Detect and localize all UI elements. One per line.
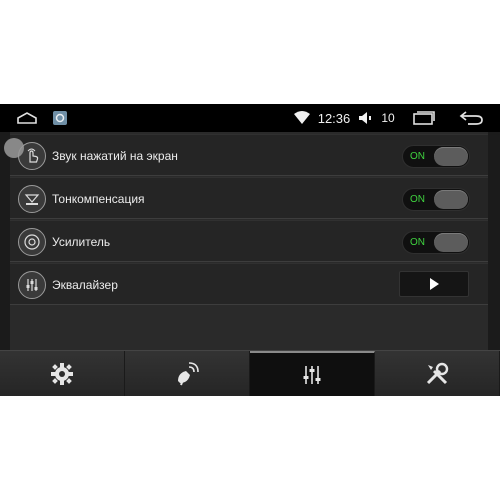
setting-row-amplifier[interactable]: Усилитель ON [10,220,488,262]
wifi-icon [292,104,312,132]
tab-general-settings[interactable] [0,351,125,396]
setting-row-touch-sound[interactable]: Звук нажатий на экран ON [10,134,488,176]
app-notification-icon [50,104,70,132]
gear-icon [51,363,73,385]
tab-tools[interactable] [375,351,500,396]
status-bar: 12:36 10 [0,104,500,132]
equalizer-open-button[interactable] [399,271,469,297]
loudness-icon [18,185,46,213]
tab-navigation[interactable] [125,351,250,396]
setting-label: Тонкомпенсация [52,192,145,206]
toggle-knob [434,233,468,252]
tools-icon [426,362,449,385]
tab-audio[interactable] [250,351,375,396]
toggle-state-label: ON [410,194,425,205]
setting-row-equalizer[interactable]: Эквалайзер [10,263,488,305]
toggle-state-label: ON [410,151,425,162]
recents-icon[interactable] [410,104,438,132]
amplifier-toggle[interactable]: ON [402,231,470,254]
back-icon[interactable] [456,104,486,132]
home-icon[interactable] [14,104,40,132]
play-icon [430,278,439,290]
equalizer-icon [18,271,46,299]
satellite-icon [178,362,199,386]
clock: 12:36 [317,110,351,126]
setting-label: Звук нажатий на экран [52,149,178,163]
touch-sound-toggle[interactable]: ON [402,145,470,168]
settings-list: Звук нажатий на экран ON Тонкомпенсация … [10,132,488,350]
loudness-toggle[interactable]: ON [402,188,470,211]
touch-indicator [4,138,24,158]
volume-level: 10 [381,111,395,125]
setting-label: Усилитель [52,235,111,249]
toggle-knob [434,190,468,209]
speaker-icon [18,228,46,256]
setting-row-loudness[interactable]: Тонкомпенсация ON [10,177,488,219]
toggle-knob [434,147,468,166]
screen: 12:36 10 Звук нажатий на экран ON Тонком… [0,104,500,396]
toggle-state-label: ON [410,237,425,248]
volume-icon [356,104,376,132]
bottom-tab-bar [0,350,500,396]
sliders-icon [303,366,321,384]
setting-label: Эквалайзер [52,278,118,292]
